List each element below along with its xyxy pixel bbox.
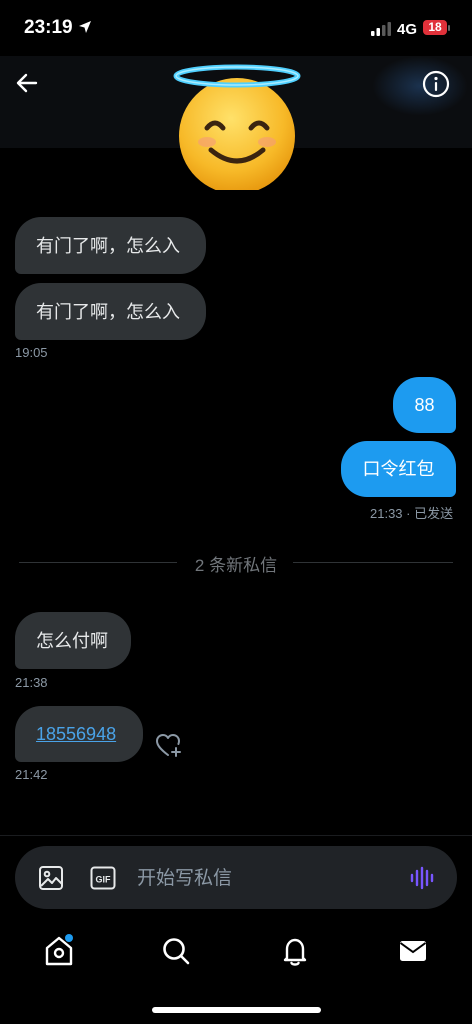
signal-icon: [371, 22, 391, 36]
notification-dot: [65, 934, 73, 942]
message-bubble-outgoing[interactable]: 口令红包: [341, 441, 456, 497]
new-messages-divider: 2 条新私信: [194, 556, 278, 575]
battery-tip: [448, 25, 450, 31]
avatar[interactable]: [171, 58, 303, 190]
network-type: 4G: [397, 21, 418, 38]
message-bubble-incoming[interactable]: 有门了啊，怎么入: [15, 217, 206, 274]
dm-screen: 23:19 4G 18 有门了啊，怎么入 有门了啊，怎么入 19:05 88 口…: [0, 0, 472, 1024]
info-glow: [372, 56, 468, 116]
bell-icon[interactable]: [278, 934, 312, 968]
message-composer: GIF: [15, 846, 457, 909]
info-icon[interactable]: [421, 69, 451, 99]
location-arrow-icon: [79, 21, 91, 33]
message-timestamp: 21:33 · 已发送: [370, 506, 454, 521]
message-bubble-incoming[interactable]: 有门了啊，怎么入: [15, 283, 206, 340]
message-bubble-incoming[interactable]: 怎么付啊: [15, 612, 131, 669]
message-text: 有门了啊，怎么入: [36, 301, 180, 322]
message-timestamp: 19:05: [15, 345, 48, 360]
status-bar: 23:19 4G 18: [0, 0, 472, 56]
message-input[interactable]: [135, 860, 394, 898]
voice-message-icon[interactable]: [409, 865, 435, 891]
search-icon[interactable]: [159, 934, 193, 968]
gif-label: GIF: [96, 875, 112, 885]
home-icon[interactable]: [42, 934, 76, 968]
heart-plus-icon[interactable]: [155, 733, 183, 759]
message-timestamp: 21:42: [15, 767, 48, 782]
message-text: 有门了啊，怎么入: [36, 235, 180, 256]
gif-icon[interactable]: GIF: [90, 866, 116, 890]
composer-separator: [0, 835, 472, 836]
message-bubble-outgoing[interactable]: 88: [393, 377, 456, 433]
message-text: 口令红包: [362, 459, 435, 479]
message-text: 88: [414, 395, 435, 415]
battery-level: 18: [423, 20, 447, 35]
message-text: 怎么付啊: [36, 630, 108, 651]
message-bubble-incoming[interactable]: 18556948: [15, 706, 143, 762]
phone-link[interactable]: 18556948: [36, 723, 116, 745]
message-timestamp: 21:38: [15, 675, 48, 690]
arrow-left-icon[interactable]: [12, 68, 42, 98]
mail-icon[interactable]: [396, 934, 430, 968]
image-icon[interactable]: [38, 865, 64, 891]
home-indicator: [152, 1007, 321, 1013]
status-time: 23:19: [24, 17, 73, 38]
battery-indicator: 18: [423, 20, 451, 36]
